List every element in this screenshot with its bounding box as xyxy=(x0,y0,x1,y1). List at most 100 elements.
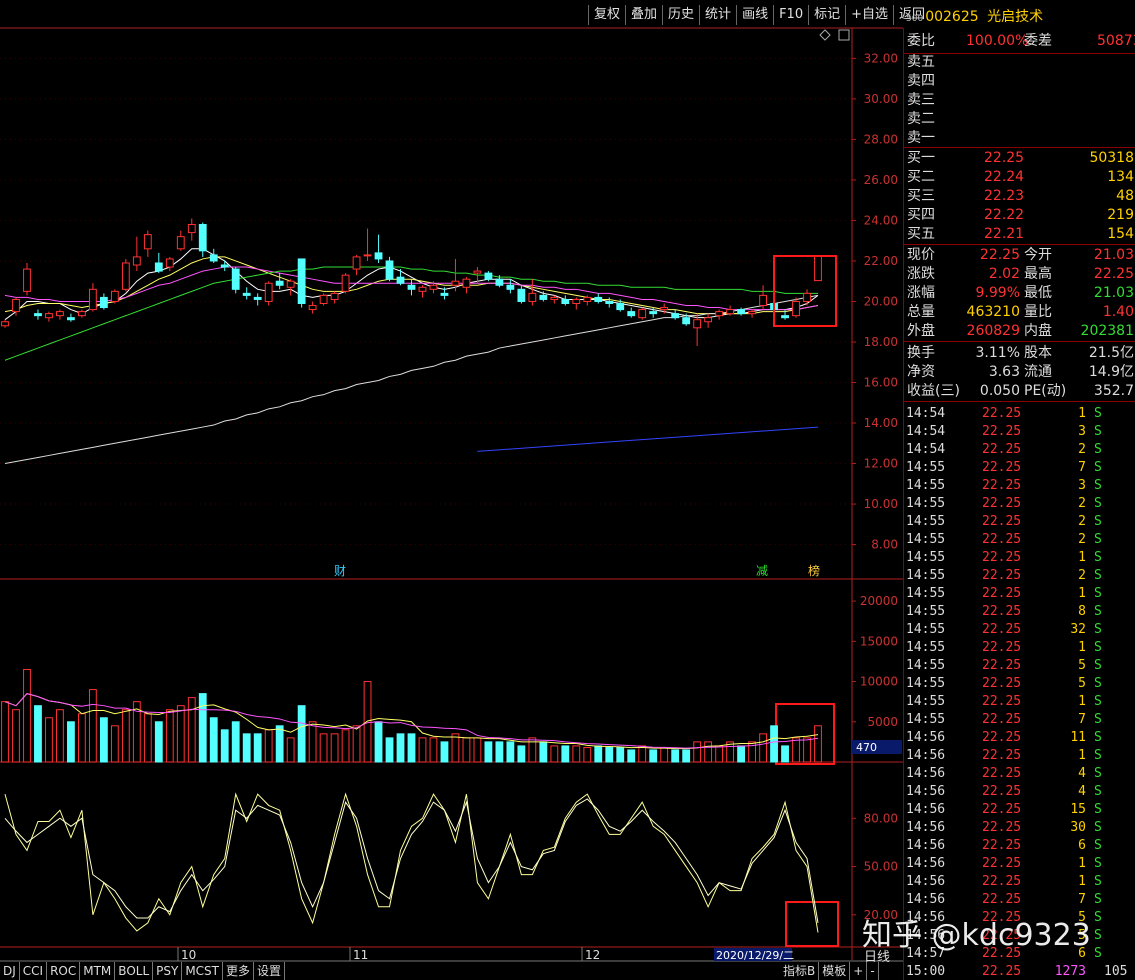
indicator-tab[interactable]: 更多 xyxy=(223,962,255,980)
tick-p: 22.25 xyxy=(982,532,1022,547)
bid-row: 买一 22.25 50318 xyxy=(904,149,1135,168)
tick-row: 14:55 22.25 1 S xyxy=(904,585,1135,603)
indicator-tab[interactable]: ROC xyxy=(47,962,81,980)
volume-bar xyxy=(671,749,680,763)
toolbar-button[interactable]: 复权 xyxy=(588,5,626,25)
tick-row: 14:56 22.25 4 S xyxy=(904,765,1135,783)
volume-bar xyxy=(440,741,449,763)
fund-label: 换手 xyxy=(907,345,935,361)
tick-row: 14:55 22.25 2 S xyxy=(904,513,1135,531)
indicator-tab[interactable]: CCI xyxy=(20,962,48,980)
tick-t: 14:55 xyxy=(906,712,946,727)
quote-panel: 委比 100.00%委差 50873 卖五卖四卖三卖二卖一买一 22.25 50318 买二… xyxy=(903,28,1135,980)
candle xyxy=(528,292,537,302)
tick-p: 22.25 xyxy=(982,424,1022,439)
volume-bar xyxy=(770,725,778,763)
order-ratio-row: 委比 100.00%委差 50873 xyxy=(904,32,1135,51)
fund-row: 收益(三) 0.050 PE(动) 352.7 xyxy=(904,382,1135,401)
tick-row: 14:55 22.25 8 S xyxy=(904,603,1135,621)
candle xyxy=(220,264,229,268)
chart-canvas[interactable]: 32.00 30.00 28.00 26.00 24.00 22.00 20.00 18.00… xyxy=(0,0,903,980)
chart-area[interactable]: 32.00 30.00 28.00 26.00 24.00 22.00 20.00 18.00… xyxy=(0,0,903,980)
candle xyxy=(308,305,317,311)
tick-p: 22.25 xyxy=(982,676,1022,691)
stock-prefix: 500 xyxy=(906,14,924,24)
volume-bar xyxy=(99,717,108,763)
indicator-tab[interactable]: PSY xyxy=(153,962,183,980)
quote-label: 量比 xyxy=(1024,304,1052,320)
indicator-tab[interactable]: MTM xyxy=(80,962,116,980)
quote-value: 21.03 xyxy=(1093,285,1134,301)
price-axis-label: 24.00 xyxy=(864,213,898,227)
marker-jian: 减 xyxy=(756,564,768,578)
toolbar-button[interactable]: 历史 xyxy=(662,5,700,25)
volume-bar xyxy=(264,729,273,763)
candle xyxy=(187,223,196,234)
candle xyxy=(264,282,273,302)
tick-row: 14:55 22.25 1 S xyxy=(904,549,1135,567)
tick-v: 1 xyxy=(1078,748,1086,763)
marker-cai: 财 xyxy=(334,564,346,578)
quote-row: 现价 22.25 今开 21.03 xyxy=(904,246,1135,265)
toolbar-button[interactable]: F10 xyxy=(773,5,809,25)
candle xyxy=(495,278,504,286)
toolbar-button[interactable]: 标记 xyxy=(808,5,846,25)
candle xyxy=(374,252,383,260)
tick-p: 22.25 xyxy=(982,784,1022,799)
tick-t: 14:56 xyxy=(906,766,946,781)
tick-row: 14:55 22.25 1 S xyxy=(904,693,1135,711)
volume-bar xyxy=(803,737,811,763)
quote-row: 外盘 260829 内盘 202381 xyxy=(904,322,1135,341)
volume-bar xyxy=(12,709,20,763)
tick-s: S xyxy=(1094,676,1102,691)
tick-row: 14:54 22.25 1 S xyxy=(904,405,1135,423)
window-icon xyxy=(838,29,850,41)
indicator-tool-button[interactable]: 指标B xyxy=(780,962,820,980)
tick-t: 14:55 xyxy=(906,568,946,583)
indicator-tab[interactable]: 设置 xyxy=(254,962,286,980)
volume-bar xyxy=(737,745,746,763)
candle xyxy=(407,284,416,290)
tick-t: 14:56 xyxy=(906,730,946,745)
quote-value: 2.02 xyxy=(988,266,1020,282)
indicator-tab[interactable]: BOLL xyxy=(115,962,154,980)
candle xyxy=(56,311,64,317)
tick-s: S xyxy=(1094,514,1102,529)
volume-bar xyxy=(176,705,185,763)
volume-bar xyxy=(682,749,691,763)
volume-bar xyxy=(649,749,658,763)
date-label: 2020/12/29/二 xyxy=(716,949,794,962)
tick-s: S xyxy=(1094,640,1102,655)
tick-v: 2 xyxy=(1078,442,1086,457)
tick-v: 2 xyxy=(1078,514,1086,529)
volume-bar xyxy=(616,747,625,763)
indicator-tab[interactable]: MCST xyxy=(182,962,224,980)
candle xyxy=(231,268,240,290)
tick-v: 2 xyxy=(1078,568,1086,583)
tick-row: 14:56 22.25 15 S xyxy=(904,801,1135,819)
volume-bar xyxy=(715,745,724,763)
volume-bar xyxy=(56,709,64,763)
candle xyxy=(363,254,372,257)
toolbar-button[interactable]: 画线 xyxy=(736,5,774,25)
price-axis-label: 26.00 xyxy=(864,173,898,187)
tick-t: 14:56 xyxy=(906,892,946,907)
toolbar-button[interactable]: +自选 xyxy=(845,5,894,25)
volume-bar xyxy=(550,745,559,763)
candle xyxy=(341,274,350,292)
value: 50873 xyxy=(1097,33,1135,49)
toolbar-button[interactable]: 统计 xyxy=(699,5,737,25)
indicator-tab[interactable]: DJ xyxy=(0,962,20,980)
indicator-tool-button[interactable]: 模板 xyxy=(819,962,851,980)
candle xyxy=(352,256,361,270)
fund-row: 净资 3.63 流通 14.9亿 xyxy=(904,363,1135,382)
bid-label: 买三 xyxy=(907,188,935,204)
candle xyxy=(297,258,306,305)
toolbar-button[interactable]: 叠加 xyxy=(625,5,663,25)
volume-bar xyxy=(67,721,75,763)
candle xyxy=(693,319,702,329)
tick-v: 30 xyxy=(1070,820,1086,835)
tick-s: S xyxy=(1094,802,1102,817)
volume-bar xyxy=(110,725,119,763)
tick-s: S xyxy=(1094,694,1102,709)
